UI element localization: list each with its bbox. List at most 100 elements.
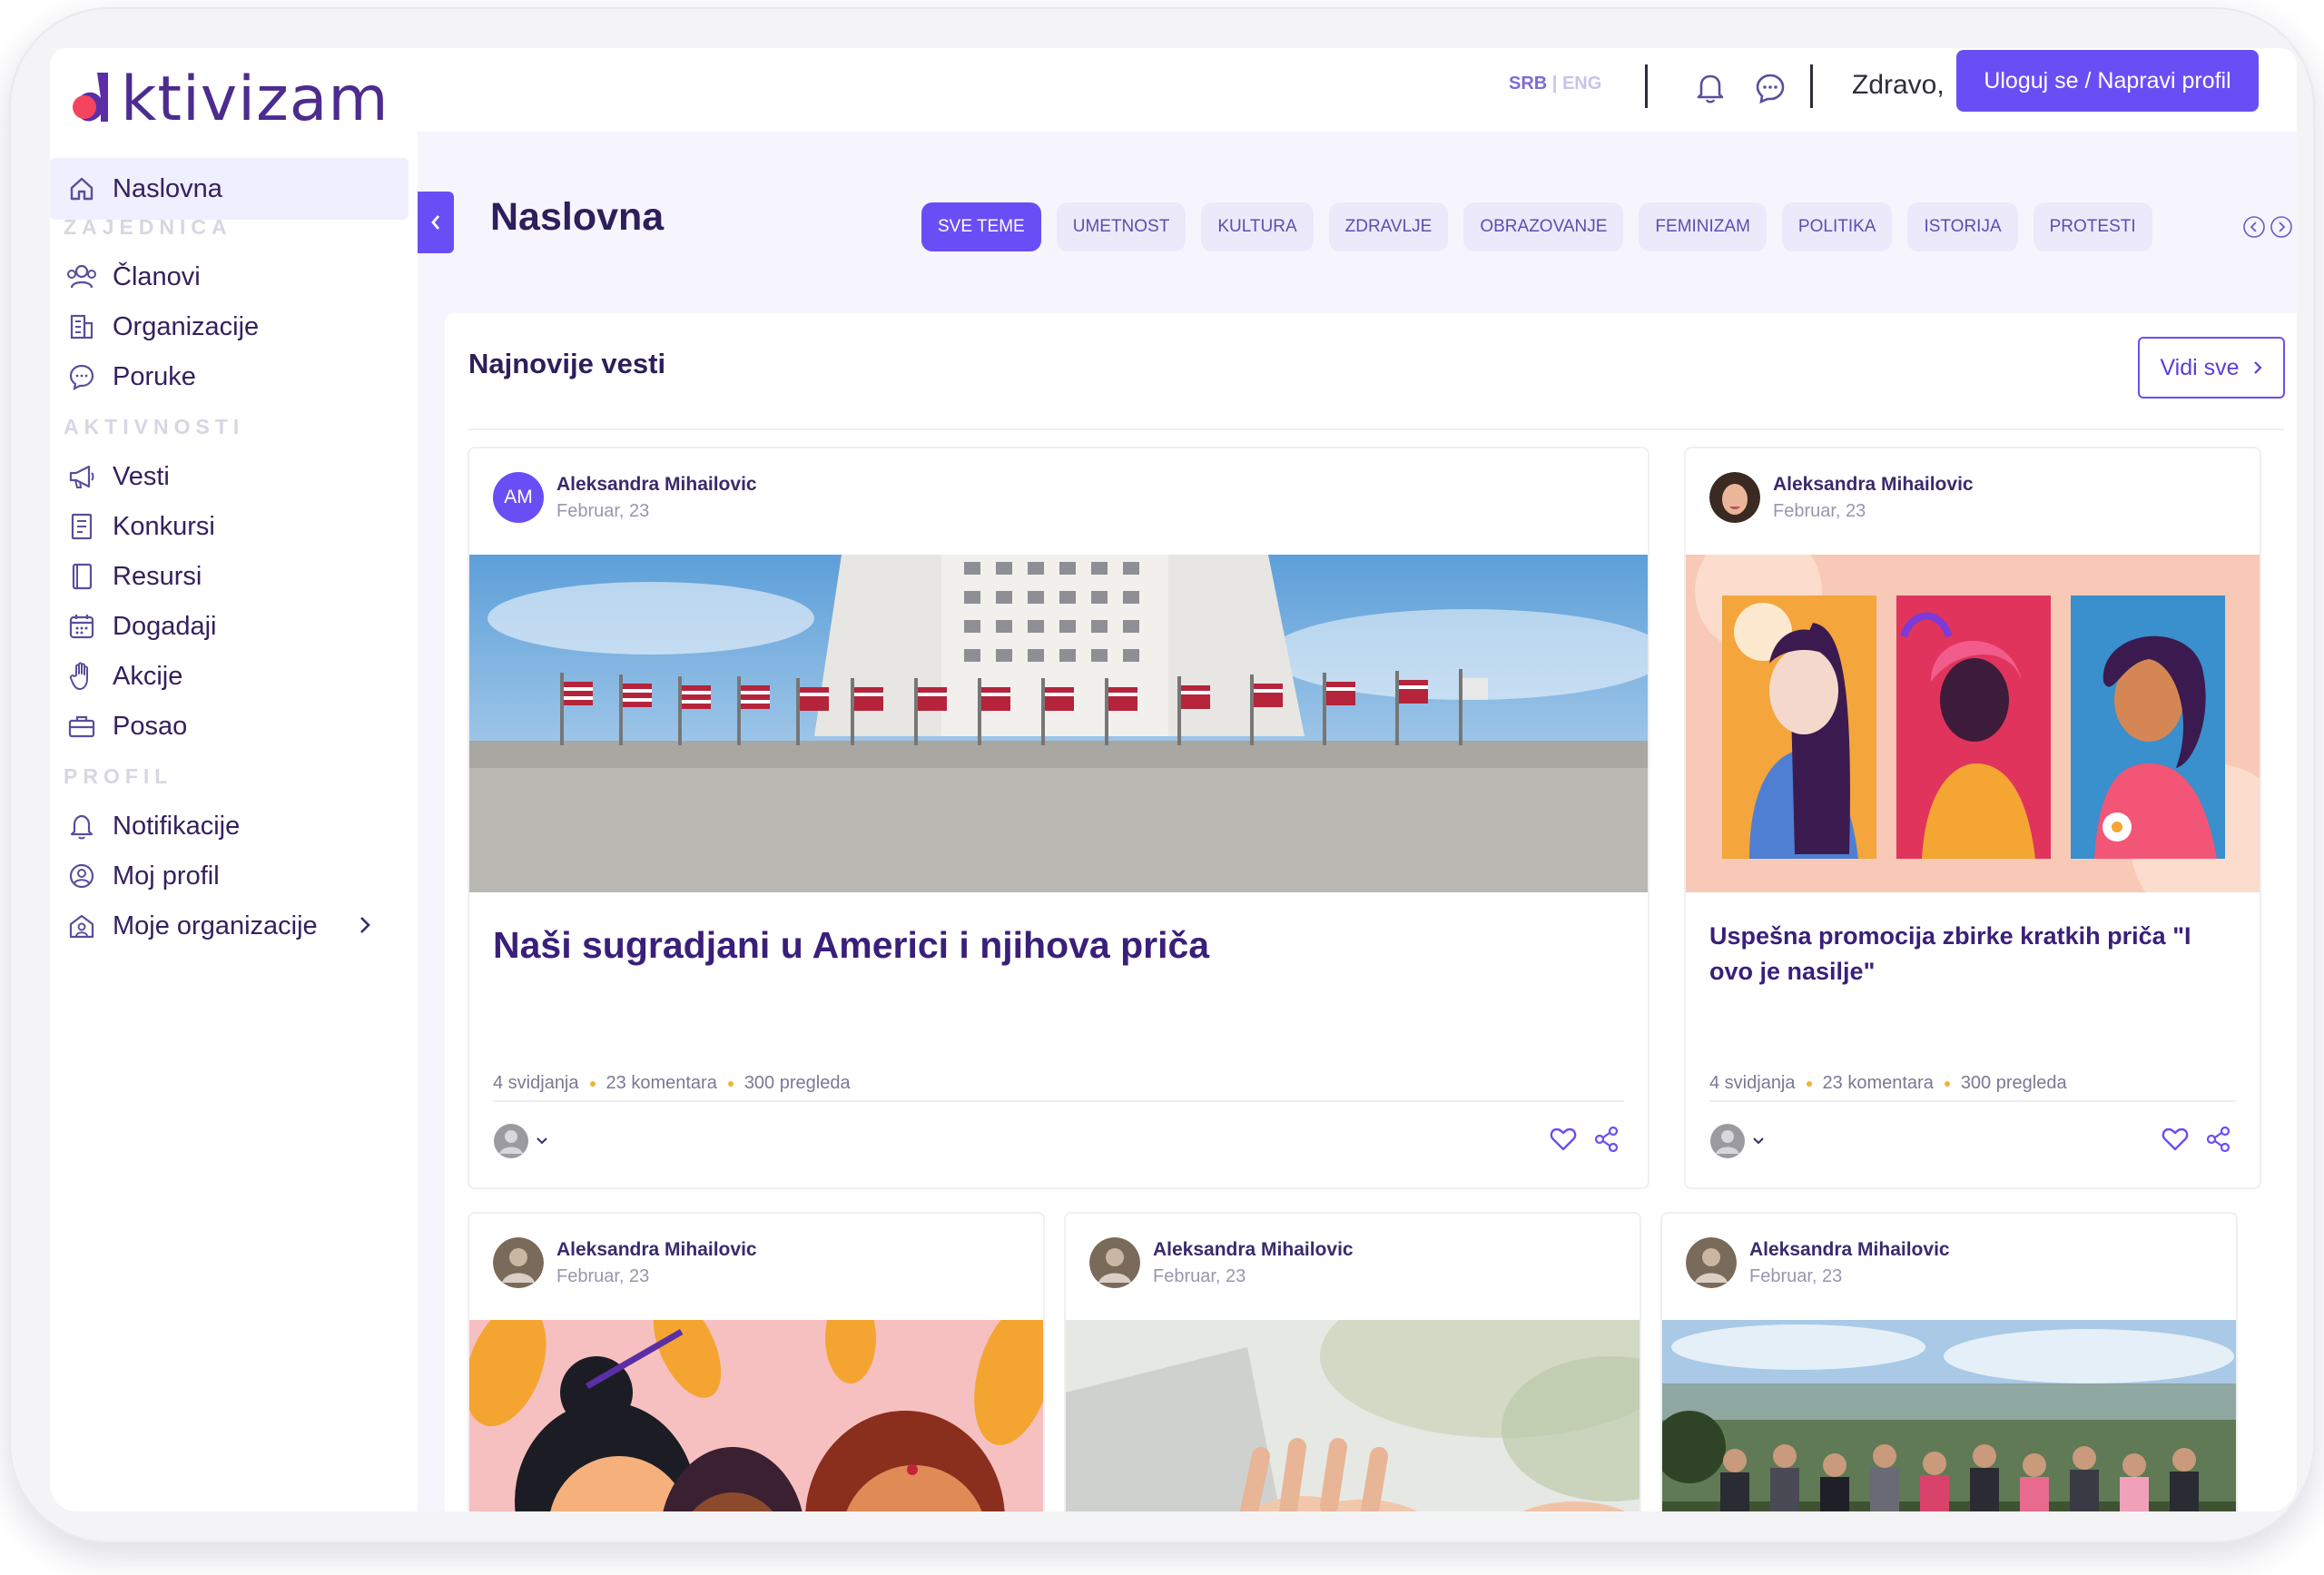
chevron-right-icon — [358, 913, 372, 943]
sidebar-item-jobs[interactable]: Posao — [50, 695, 409, 757]
card-stats: 4 svidjanja 23 komentara 300 pregleda — [1709, 1073, 2067, 1094]
logo-text: ktivizam — [121, 63, 389, 135]
views-count: 300 pregleda — [1960, 1073, 2067, 1093]
calendar-icon — [64, 608, 100, 645]
card-author: Aleksandra Mihailovic Februar, 23 — [1709, 472, 1974, 523]
heart-icon[interactable] — [2162, 1127, 2189, 1152]
reactions-dropdown[interactable] — [1709, 1123, 1766, 1159]
login-button[interactable]: Uloguj se / Napravi profil — [1956, 50, 2259, 112]
sidebar-item-label: Vesti — [113, 461, 170, 491]
bell-icon[interactable] — [1692, 70, 1728, 106]
greeting-text: Zdravo, — [1852, 70, 1945, 100]
section-title: Najnovije vesti — [468, 348, 666, 379]
chip-health[interactable]: ZDRAVLJE — [1328, 202, 1449, 251]
card-title[interactable]: Naši sugradjani u Americi i njihova prič… — [493, 919, 1619, 972]
chip-all-topics[interactable]: SVE TEME — [921, 202, 1041, 251]
city-hall-flags-photo — [469, 555, 1648, 892]
sidebar-item-label: Organizacije — [113, 311, 260, 341]
post-date: Februar, 23 — [556, 1265, 650, 1286]
sidebar-item-my-organizations[interactable]: Moje organizacije — [50, 895, 409, 957]
news-card[interactable]: Aleksandra Mihailovic Februar, 23 — [1684, 447, 2261, 1189]
logo[interactable]: ktivizam — [70, 63, 389, 135]
reactions-dropdown[interactable] — [493, 1123, 549, 1159]
news-card[interactable]: Aleksandra Mihailovic Februar, 23 — [1064, 1212, 1641, 1511]
main-area: Naslovna SVE TEME UMETNOST KULTURA ZDRAV… — [418, 132, 2297, 1511]
card-image[interactable] — [1686, 555, 2260, 892]
user-circle-icon — [64, 858, 100, 894]
see-all-label: Vidi sve — [2160, 354, 2240, 380]
chip-history[interactable]: ISTORIJA — [1907, 202, 2018, 251]
tablet-frame: ktivizam Naslovna ZAJEDNICA Članovi Orga… — [9, 7, 2315, 1543]
book-icon — [64, 558, 100, 595]
document-list-icon — [64, 508, 100, 545]
card-image[interactable] — [1066, 1320, 1640, 1511]
card-author: Aleksandra Mihailovic Februar, 23 — [1089, 1237, 1354, 1288]
section-label-community: ZAJEDNICA — [64, 215, 232, 239]
author-name[interactable]: Aleksandra Mihailovic — [556, 474, 757, 496]
avatar — [493, 1237, 544, 1288]
chevron-right-icon — [2253, 361, 2262, 374]
lang-srb[interactable]: SRB — [1509, 74, 1547, 94]
card-author: AM Aleksandra Mihailovic Februar, 23 — [493, 472, 757, 523]
reaction-avatar-icon — [1710, 1124, 1745, 1158]
separator-dot — [1944, 1080, 1950, 1087]
news-card[interactable]: Aleksandra Mihailovic Februar, 23 — [1660, 1212, 2238, 1511]
sidebar-item-label: Resursi — [113, 561, 202, 591]
chevron-left-icon — [431, 215, 440, 230]
heart-icon[interactable] — [1550, 1127, 1577, 1152]
author-name[interactable]: Aleksandra Mihailovic — [1773, 474, 1974, 496]
chat-icon[interactable] — [1752, 70, 1788, 106]
author-name[interactable]: Aleksandra Mihailovic — [1153, 1239, 1354, 1261]
collapse-sidebar-button[interactable] — [418, 192, 454, 253]
sidebar-item-label: Članovi — [113, 261, 201, 291]
card-stats: 4 svidjanja 23 komentara 300 pregleda — [493, 1073, 851, 1094]
card-image[interactable] — [1662, 1320, 2236, 1511]
card-image[interactable] — [469, 555, 1648, 892]
language-switch: SRB | ENG — [1509, 74, 1601, 94]
avatar — [1089, 1237, 1140, 1288]
chip-culture[interactable]: KULTURA — [1201, 202, 1314, 251]
chip-scroll-controls — [2242, 215, 2293, 239]
sidebar-item-messages[interactable]: Poruke — [50, 346, 409, 408]
chevron-right-circle-icon[interactable] — [2270, 215, 2293, 239]
chip-politics[interactable]: POLITIKA — [1781, 202, 1893, 251]
share-icon[interactable] — [2205, 1126, 2232, 1153]
card-title[interactable]: Uspešna promocija zbirke kratkih priča "… — [1709, 919, 2218, 989]
chip-education[interactable]: OBRAZOVANJE — [1463, 202, 1624, 251]
chip-art[interactable]: UMETNOST — [1056, 202, 1187, 251]
news-card[interactable]: Aleksandra Mihailovic Februar, 23 — [468, 1212, 1045, 1511]
women-illustration — [1686, 555, 2260, 892]
page-title: Naslovna — [490, 195, 665, 239]
chip-protests[interactable]: PROTESTI — [2033, 202, 2152, 251]
chevron-down-icon — [1753, 1137, 1764, 1145]
divider — [1709, 1100, 2236, 1102]
sidebar-item-label: Notifikacije — [113, 811, 241, 841]
lang-eng[interactable]: ENG — [1562, 74, 1601, 94]
sidebar-item-label: Moj profil — [113, 861, 220, 891]
see-all-button[interactable]: Vidi sve — [2138, 337, 2285, 399]
news-card[interactable]: AM Aleksandra Mihailovic Februar, 23 Naš… — [468, 447, 1649, 1189]
author-name[interactable]: Aleksandra Mihailovic — [1749, 1239, 1950, 1261]
news-section: Najnovije vesti Vidi sve AM Aleksandra M… — [445, 313, 2297, 1511]
users-icon — [64, 259, 100, 295]
divider — [468, 428, 2284, 430]
chevron-down-icon — [537, 1137, 547, 1145]
separator-dot — [727, 1080, 734, 1087]
sidebar-item-home[interactable]: Naslovna — [50, 158, 409, 220]
author-name[interactable]: Aleksandra Mihailovic — [556, 1239, 757, 1261]
chevron-left-circle-icon[interactable] — [2242, 215, 2266, 239]
chip-feminism[interactable]: FEMINIZAM — [1639, 202, 1767, 251]
likes-count: 4 svidjanja — [1709, 1073, 1796, 1093]
share-icon[interactable] — [1593, 1126, 1620, 1153]
topbar: SRB | ENG Zdravo, Uloguj se / Napravi pr… — [418, 48, 2297, 132]
sidebar-item-label: Konkursi — [113, 511, 215, 541]
comments-count: 23 komentara — [1822, 1073, 1934, 1093]
likes-count: 4 svidjanja — [493, 1073, 579, 1093]
briefcase-icon — [64, 708, 100, 744]
card-image[interactable] — [469, 1320, 1043, 1511]
post-date: Februar, 23 — [1749, 1265, 1843, 1286]
card-author: Aleksandra Mihailovic Februar, 23 — [493, 1237, 757, 1288]
card-actions — [2162, 1126, 2232, 1153]
sidebar-item-label: Posao — [113, 711, 188, 741]
sidebar: ktivizam Naslovna ZAJEDNICA Članovi Orga… — [50, 48, 418, 1511]
